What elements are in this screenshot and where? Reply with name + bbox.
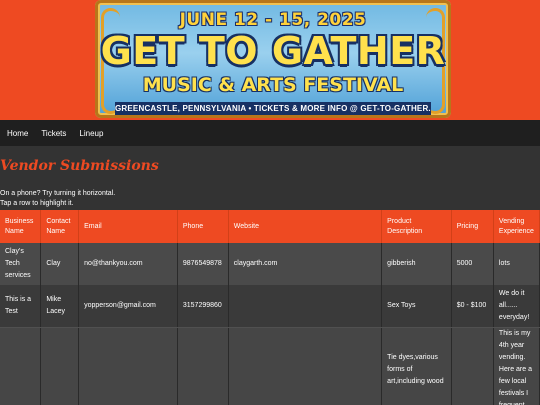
table-row[interactable]: This is a Test Mike Lacey yopperson@gmai… <box>0 285 540 328</box>
nav-lineup-link[interactable]: Lineup <box>76 129 109 138</box>
cell-email <box>78 327 178 405</box>
festival-subhead: MUSIC & ARTS FESTIVAL <box>142 74 404 96</box>
column-header-pricing[interactable]: Pricing <box>451 210 494 243</box>
cell-website: claygarth.com <box>228 243 383 285</box>
main-nav: Home Tickets Lineup <box>0 120 540 146</box>
cell-phone: 9876549878 <box>177 243 229 285</box>
cell-business-name <box>0 327 42 405</box>
cell-product-description: Tie dyes,various forms of art,including … <box>381 327 452 405</box>
cell-business-name: This is a Test <box>0 285 42 328</box>
cell-product-description: Sex Toys <box>381 285 452 328</box>
table-row[interactable]: Clay's Tech services Clay no@thankyou.co… <box>0 243 540 285</box>
cell-email: yopperson@gmail.com <box>78 285 178 328</box>
festival-info-strip: GREENCASTLE, PENNSYLVANIA • TICKETS & MO… <box>115 102 431 115</box>
table-row[interactable]: Tie dyes,various forms of art,including … <box>0 327 540 405</box>
cell-pricing: $0 - $100 <box>451 285 494 328</box>
column-header-product-description[interactable]: Product Description <box>381 210 452 243</box>
cell-phone: 3157299860 <box>177 285 229 328</box>
hint-orientation: On a phone? Try turning it horizontal. <box>0 190 116 197</box>
cell-contact-name: Clay <box>40 243 80 285</box>
cell-pricing: 5000 <box>451 243 494 285</box>
hint-block: On a phone? Try turning it horizontal. T… <box>0 189 540 209</box>
column-header-contact-name[interactable]: Contact Name <box>40 210 80 243</box>
vendor-table: Business Name Contact Name Email Phone W… <box>0 210 540 405</box>
column-header-email[interactable]: Email <box>78 210 178 243</box>
cell-vending-experience: This is my 4th year vending. Here are a … <box>493 327 540 405</box>
festival-dates: JUNE 12 - 15, 2025 <box>179 10 367 30</box>
hint-highlight: Tap a row to highlight it. <box>0 200 74 207</box>
table-header-row: Business Name Contact Name Email Phone W… <box>0 210 540 243</box>
nav-home-link[interactable]: Home <box>4 129 34 138</box>
cell-phone <box>177 327 229 405</box>
column-header-phone[interactable]: Phone <box>177 210 229 243</box>
cell-vending-experience: lots <box>493 243 540 285</box>
page-title: Vendor Submissions <box>0 158 159 174</box>
cell-website <box>228 327 383 405</box>
cell-website <box>228 285 383 328</box>
cell-product-description: gibberish <box>381 243 452 285</box>
festival-banner: JUNE 12 - 15, 2025 GET TO GATHER MUSIC &… <box>0 0 540 120</box>
main-content: Vendor Submissions On a phone? Try turni… <box>0 146 540 405</box>
cell-pricing <box>451 327 494 405</box>
cell-vending-experience: We do it all...... everyday! <box>493 285 540 328</box>
cell-contact-name: Mike Lacey <box>40 285 80 328</box>
festival-poster[interactable]: JUNE 12 - 15, 2025 GET TO GATHER MUSIC &… <box>95 0 451 118</box>
cell-email: no@thankyou.com <box>78 243 178 285</box>
cell-contact-name <box>40 327 80 405</box>
column-header-website[interactable]: Website <box>228 210 383 243</box>
column-header-business-name[interactable]: Business Name <box>0 210 42 243</box>
column-header-vending-experience[interactable]: Vending Experience <box>493 210 540 243</box>
festival-headline: GET TO GATHER <box>100 29 446 73</box>
nav-tickets-link[interactable]: Tickets <box>38 129 72 138</box>
cell-business-name: Clay's Tech services <box>0 243 42 285</box>
